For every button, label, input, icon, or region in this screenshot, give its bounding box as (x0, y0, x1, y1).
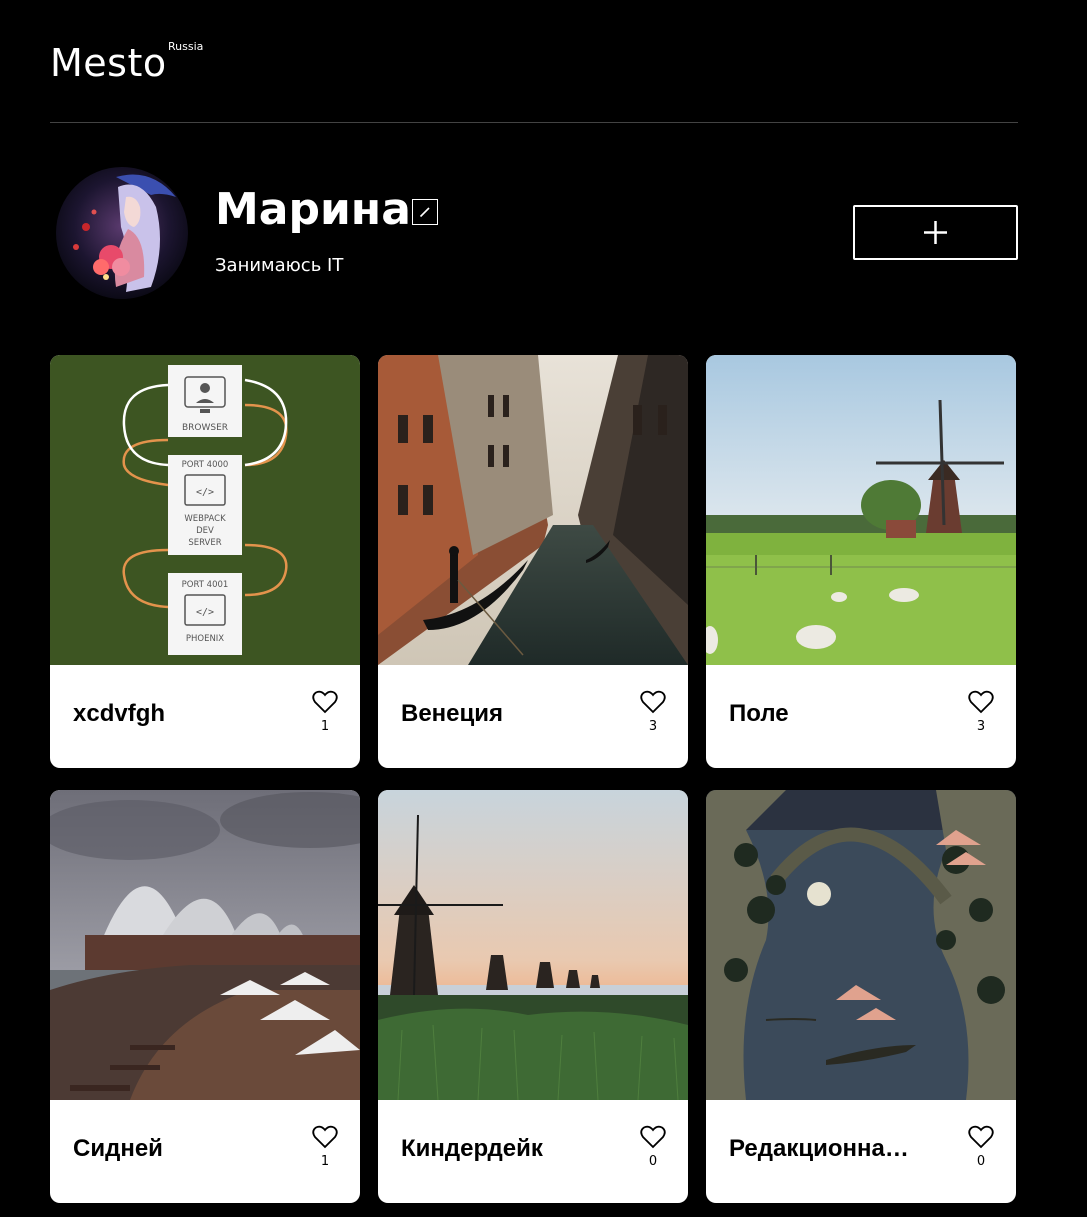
card: Поле 3 (706, 355, 1016, 768)
diagram-label: PHOENIX (186, 634, 224, 644)
like-button[interactable] (312, 690, 338, 714)
pencil-icon (419, 207, 430, 218)
edit-profile-button[interactable] (412, 199, 438, 225)
heart-icon (968, 690, 994, 714)
card-title: Редакционна… (729, 1135, 909, 1162)
heart-icon (640, 690, 666, 714)
heart-icon (312, 690, 338, 714)
diagram-label: PORT 4000 (182, 460, 229, 470)
like-count: 3 (976, 719, 986, 734)
card-image-japanese-print[interactable] (706, 790, 1016, 1100)
cards-grid: BROWSER PORT 4000 </> WEBPACK DEV SERVER… (50, 355, 1018, 1203)
heart-icon (312, 1125, 338, 1149)
like-count: 0 (976, 1154, 986, 1169)
card-title: Венеция (401, 700, 504, 727)
add-card-button[interactable] (853, 205, 1018, 260)
profile: Марина Занимаюсь IT (50, 165, 1018, 305)
diagram-label: SERVER (188, 538, 221, 548)
diagram-label: WEBPACK (184, 514, 226, 524)
like-button[interactable] (640, 1125, 666, 1149)
like-count: 1 (320, 719, 330, 734)
card-image-venice[interactable] (378, 355, 688, 665)
plus-icon (924, 221, 947, 244)
profile-name: Марина (215, 184, 411, 235)
svg-text:</>: </> (196, 607, 214, 618)
card: Венеция 3 (378, 355, 688, 768)
card-title: Поле (729, 700, 789, 727)
card-title: Киндердейк (401, 1135, 543, 1162)
like-button[interactable] (312, 1125, 338, 1149)
like-button[interactable] (968, 1125, 994, 1149)
heart-icon (640, 1125, 666, 1149)
like-button[interactable] (968, 690, 994, 714)
logo[interactable]: Mesto (50, 40, 167, 86)
profile-about: Занимаюсь IT (215, 255, 344, 276)
header: Mesto Russia (50, 30, 1018, 123)
like-button[interactable] (640, 690, 666, 714)
card: Сидней 1 (50, 790, 360, 1203)
card-image-field[interactable] (706, 355, 1016, 665)
heart-icon (968, 1125, 994, 1149)
like-count: 1 (320, 1154, 330, 1169)
card-image-dev-server[interactable]: BROWSER PORT 4000 </> WEBPACK DEV SERVER… (50, 355, 360, 665)
diagram-label: DEV (196, 526, 214, 536)
card: BROWSER PORT 4000 </> WEBPACK DEV SERVER… (50, 355, 360, 768)
diagram-label: BROWSER (182, 423, 228, 433)
like-count: 3 (648, 719, 658, 734)
card-image-sydney[interactable] (50, 790, 360, 1100)
avatar[interactable] (56, 167, 188, 299)
like-count: 0 (648, 1154, 658, 1169)
svg-text:</>: </> (196, 487, 214, 498)
card: Редакционна… 0 (706, 790, 1016, 1203)
card-title: Сидней (73, 1135, 163, 1162)
diagram-label: PORT 4001 (182, 580, 229, 590)
card: Киндердейк 0 (378, 790, 688, 1203)
card-image-kinderdijk[interactable] (378, 790, 688, 1100)
logo-region: Russia (168, 40, 204, 53)
card-title: xcdvfgh (73, 700, 166, 727)
